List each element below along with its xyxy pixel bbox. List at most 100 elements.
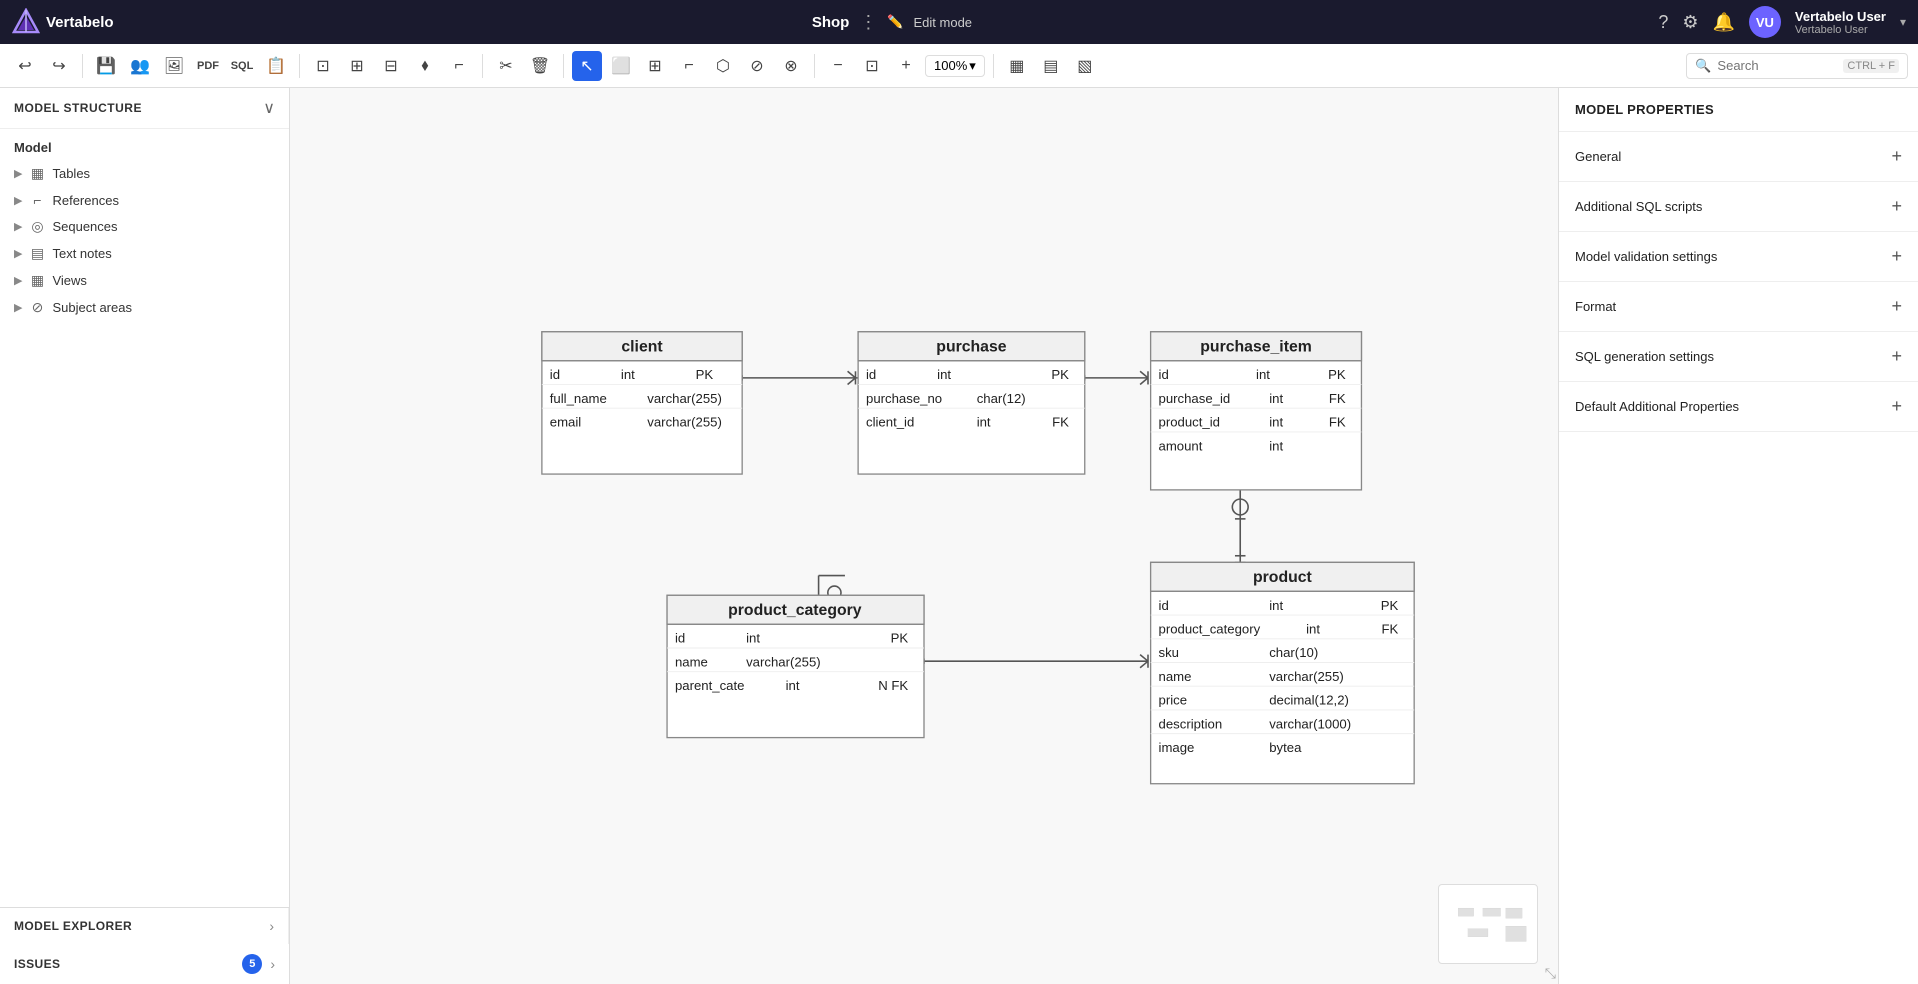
image-export-button[interactable]: 🖼 [159, 51, 189, 81]
sidebar-item-text-notes[interactable]: ▶ ▤ Text notes [0, 240, 289, 267]
left-panel-bottom: MODEL EXPLORER › ISSUES 5 › [0, 907, 289, 984]
search-input[interactable] [1717, 58, 1837, 73]
add-view-button[interactable]: ⊘ [742, 51, 772, 81]
sidebar-item-sequences[interactable]: ▶ ◎ Sequences [0, 213, 289, 240]
notes-button[interactable]: 📋 [261, 51, 291, 81]
sql-generation-expand-icon[interactable]: + [1891, 346, 1902, 367]
user-avatar[interactable]: VU [1749, 6, 1781, 38]
zoom-in-button[interactable]: + [891, 51, 921, 81]
model-validation-expand-icon[interactable]: + [1891, 246, 1902, 267]
settings-button[interactable]: ⚙ [1682, 12, 1698, 33]
svg-text:purchase: purchase [936, 339, 1006, 356]
svg-text:amount: amount [1159, 438, 1203, 453]
svg-text:id: id [550, 367, 560, 382]
sidebar-item-subject-areas[interactable]: ▶ ⊘ Subject areas [0, 294, 289, 321]
user-name: Vertabelo User [1795, 9, 1886, 24]
add-area-button[interactable]: ⊗ [776, 51, 806, 81]
zoom-fit-button[interactable]: ⊡ [857, 51, 887, 81]
svg-text:int: int [937, 367, 951, 382]
svg-text:int: int [1269, 415, 1283, 430]
zoom-level-selector[interactable]: 100% ▾ [925, 55, 985, 77]
additional-sql-label: Additional SQL scripts [1575, 199, 1702, 214]
align-button[interactable]: ⊡ [308, 51, 338, 81]
delete-button[interactable]: 🗑 [525, 51, 555, 81]
svg-text:char(10): char(10) [1269, 645, 1318, 660]
general-label: General [1575, 149, 1621, 164]
tree-model-label: Model [0, 135, 289, 160]
search-shortcut: CTRL + F [1843, 59, 1899, 73]
general-row[interactable]: General + [1559, 132, 1918, 181]
right-panel: MODEL PROPERTIES General + Additional SQ… [1558, 88, 1918, 984]
product-table: product id int PK product_category int F… [1151, 562, 1415, 783]
diagram-canvas[interactable]: client id int PK full_name varchar(255) … [290, 88, 1558, 984]
general-expand-icon[interactable]: + [1891, 146, 1902, 167]
rect-select-button[interactable]: ⬜ [606, 51, 636, 81]
help-button[interactable]: ? [1658, 12, 1668, 33]
subject-areas-chevron-icon: ▶ [14, 301, 22, 314]
select-tool-button[interactable]: ↖ [572, 51, 602, 81]
additional-sql-row[interactable]: Additional SQL scripts + [1559, 182, 1918, 231]
sequences-icon: ◎ [28, 218, 46, 235]
toggle-types-button[interactable]: ▤ [1036, 51, 1066, 81]
format-row[interactable]: Format + [1559, 282, 1918, 331]
edit-mode-label[interactable]: Edit mode [914, 15, 973, 30]
add-table-button[interactable]: ⊞ [640, 51, 670, 81]
default-additional-row[interactable]: Default Additional Properties + [1559, 382, 1918, 431]
svg-text:PK: PK [1051, 367, 1069, 382]
add-user-button[interactable]: 👥 [125, 51, 155, 81]
diagram-title: Shop [812, 14, 850, 31]
add-ref-button[interactable]: ⌐ [674, 51, 704, 81]
references-label: References [52, 193, 118, 208]
model-properties-header: MODEL PROPERTIES [1559, 88, 1918, 132]
app-logo[interactable]: Vertabelo [12, 8, 114, 36]
svg-text:purchase_no: purchase_no [866, 391, 942, 406]
redo-button[interactable]: ↪ [44, 51, 74, 81]
sql-generation-row[interactable]: SQL generation settings + [1559, 332, 1918, 381]
nav-right-controls: ? ⚙ 🔔 VU Vertabelo User Vertabelo User ▾ [1658, 6, 1906, 38]
cut-button[interactable]: ✂ [491, 51, 521, 81]
connector-button[interactable]: ⌐ [444, 51, 474, 81]
svg-text:varchar(255): varchar(255) [647, 415, 722, 430]
issues-label: ISSUES [14, 957, 60, 971]
additional-sql-expand-icon[interactable]: + [1891, 196, 1902, 217]
diagram-menu-dots[interactable]: ⋮ [859, 12, 877, 33]
toggle-panel-button[interactable]: ▧ [1070, 51, 1100, 81]
svg-text:int: int [1269, 598, 1283, 613]
sql-export-button[interactable]: SQL [227, 51, 257, 81]
user-menu-chevron-icon[interactable]: ▾ [1900, 15, 1906, 29]
sidebar-item-tables[interactable]: ▶ ▦ Tables [0, 160, 289, 187]
model-explorer-panel[interactable]: MODEL EXPLORER › [0, 908, 289, 944]
add-entity-button[interactable]: ⬡ [708, 51, 738, 81]
sidebar-item-views[interactable]: ▶ ▦ Views [0, 267, 289, 294]
views-icon: ▦ [28, 272, 46, 289]
subject-areas-label: Subject areas [52, 300, 132, 315]
svg-text:id: id [866, 367, 876, 382]
notifications-button[interactable]: 🔔 [1713, 12, 1735, 33]
sidebar-item-references[interactable]: ▶ ⌐ References [0, 187, 289, 213]
left-panel: MODEL STRUCTURE ∨ Model ▶ ▦ Tables ▶ ⌐ R… [0, 88, 290, 984]
issues-panel[interactable]: ISSUES 5 › [0, 944, 289, 984]
search-icon: 🔍 [1695, 58, 1711, 74]
nav-center: Shop ⋮ ✏️ Edit mode [134, 12, 1651, 33]
zoom-out-button[interactable]: − [823, 51, 853, 81]
svg-text:int: int [786, 678, 800, 693]
save-button[interactable]: 💾 [91, 51, 121, 81]
model-properties-title: MODEL PROPERTIES [1575, 102, 1714, 117]
default-additional-expand-icon[interactable]: + [1891, 396, 1902, 417]
svg-text:int: int [1269, 438, 1283, 453]
distribute-v-button[interactable]: ⊟ [376, 51, 406, 81]
svg-text:purchase_item: purchase_item [1200, 339, 1312, 356]
model-validation-row[interactable]: Model validation settings + [1559, 232, 1918, 281]
svg-text:int: int [746, 631, 760, 646]
undo-button[interactable]: ↩ [10, 51, 40, 81]
layers-button[interactable]: ⬧ [410, 51, 440, 81]
pdf-export-button[interactable]: PDF [193, 51, 223, 81]
format-expand-icon[interactable]: + [1891, 296, 1902, 317]
distribute-h-button[interactable]: ⊞ [342, 51, 372, 81]
toggle-columns-button[interactable]: ▦ [1002, 51, 1032, 81]
svg-text:char(12): char(12) [977, 391, 1026, 406]
sql-generation-label: SQL generation settings [1575, 349, 1714, 364]
svg-text:id: id [1159, 367, 1169, 382]
svg-text:decimal(12,2): decimal(12,2) [1269, 693, 1349, 708]
left-panel-collapse-button[interactable]: ∨ [263, 98, 275, 118]
